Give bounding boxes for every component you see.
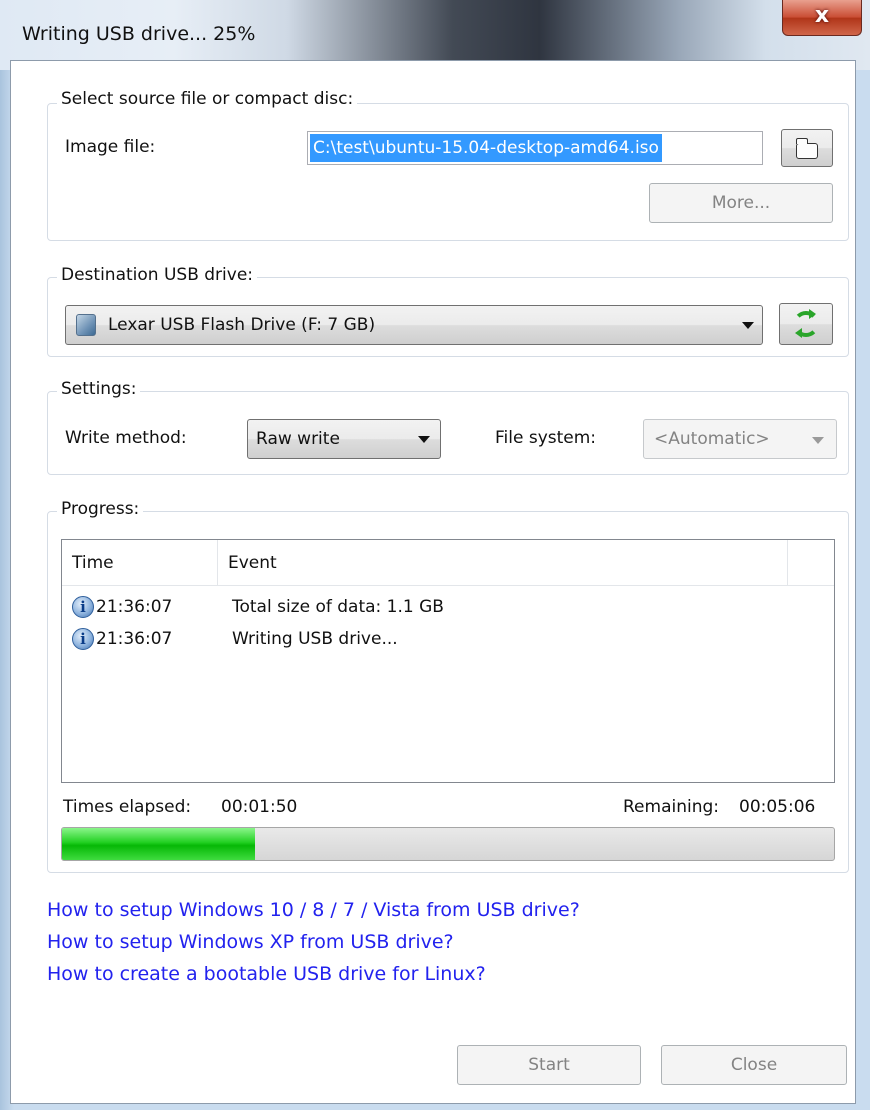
event-log-list[interactable]: Time Event i 21:36:07 Total size of data… [61, 539, 835, 783]
chevron-down-icon [812, 437, 824, 444]
link-setup-windows-xp[interactable]: How to setup Windows XP from USB drive? [47, 931, 454, 953]
destination-drive-select[interactable]: Lexar USB Flash Drive (F: 7 GB) [65, 305, 763, 345]
remaining-value: 00:05:06 [739, 797, 816, 817]
destination-drive-value: Lexar USB Flash Drive (F: 7 GB) [108, 315, 376, 335]
event-text: Total size of data: 1.1 GB [232, 597, 444, 617]
refresh-drives-button[interactable] [779, 303, 833, 345]
write-method-select[interactable]: Raw write [247, 419, 441, 459]
file-system-label: File system: [495, 428, 597, 448]
app-window: Writing USB drive... 25% x Select source… [0, 0, 870, 1110]
file-system-value: <Automatic> [654, 429, 770, 449]
progress-fill [62, 828, 255, 860]
destination-group-label: Destination USB drive: [57, 265, 258, 285]
window-close-button[interactable]: x [782, 0, 862, 36]
write-method-label: Write method: [65, 428, 187, 448]
write-method-value: Raw write [256, 429, 340, 449]
refresh-icon [793, 309, 819, 338]
progress-group-label: Progress: [57, 499, 144, 519]
event-time: 21:36:07 [96, 597, 173, 617]
event-log-header: Time Event [62, 540, 834, 586]
link-bootable-linux[interactable]: How to create a bootable USB drive for L… [47, 963, 486, 985]
list-item[interactable]: i 21:36:07 Writing USB drive... [62, 626, 834, 656]
info-icon: i [72, 628, 94, 650]
write-progress-bar [61, 827, 835, 861]
column-header-time[interactable]: Time [62, 540, 218, 586]
elapsed-value: 00:01:50 [221, 797, 298, 817]
folder-icon [795, 138, 818, 159]
image-file-value: C:\test\ubuntu-15.04-desktop-amd64.iso [310, 134, 662, 162]
remaining-label: Remaining: [623, 797, 719, 817]
source-group-label: Select source file or compact disc: [57, 89, 358, 109]
link-setup-windows-10[interactable]: How to setup Windows 10 / 8 / 7 / Vista … [47, 899, 580, 921]
more-button[interactable]: More... [649, 183, 833, 223]
chevron-down-icon [418, 436, 430, 443]
list-item[interactable]: i 21:36:07 Total size of data: 1.1 GB [62, 594, 834, 624]
start-button[interactable]: Start [457, 1045, 641, 1085]
elapsed-label: Times elapsed: [63, 797, 192, 817]
file-system-select[interactable]: <Automatic> [643, 419, 837, 459]
image-file-field[interactable]: C:\test\ubuntu-15.04-desktop-amd64.iso [307, 131, 763, 165]
settings-group-label: Settings: [57, 379, 141, 399]
info-icon: i [72, 596, 94, 618]
browse-button[interactable] [781, 129, 833, 167]
chevron-down-icon [742, 322, 754, 329]
column-header-event[interactable]: Event [218, 540, 788, 586]
dialog-client-area: Select source file or compact disc: Imag… [10, 60, 856, 1104]
image-file-label: Image file: [65, 137, 156, 157]
usb-drive-icon [76, 314, 96, 336]
window-title: Writing USB drive... 25% [22, 23, 256, 45]
close-button[interactable]: Close [661, 1045, 847, 1085]
event-text: Writing USB drive... [232, 629, 398, 649]
event-time: 21:36:07 [96, 629, 173, 649]
